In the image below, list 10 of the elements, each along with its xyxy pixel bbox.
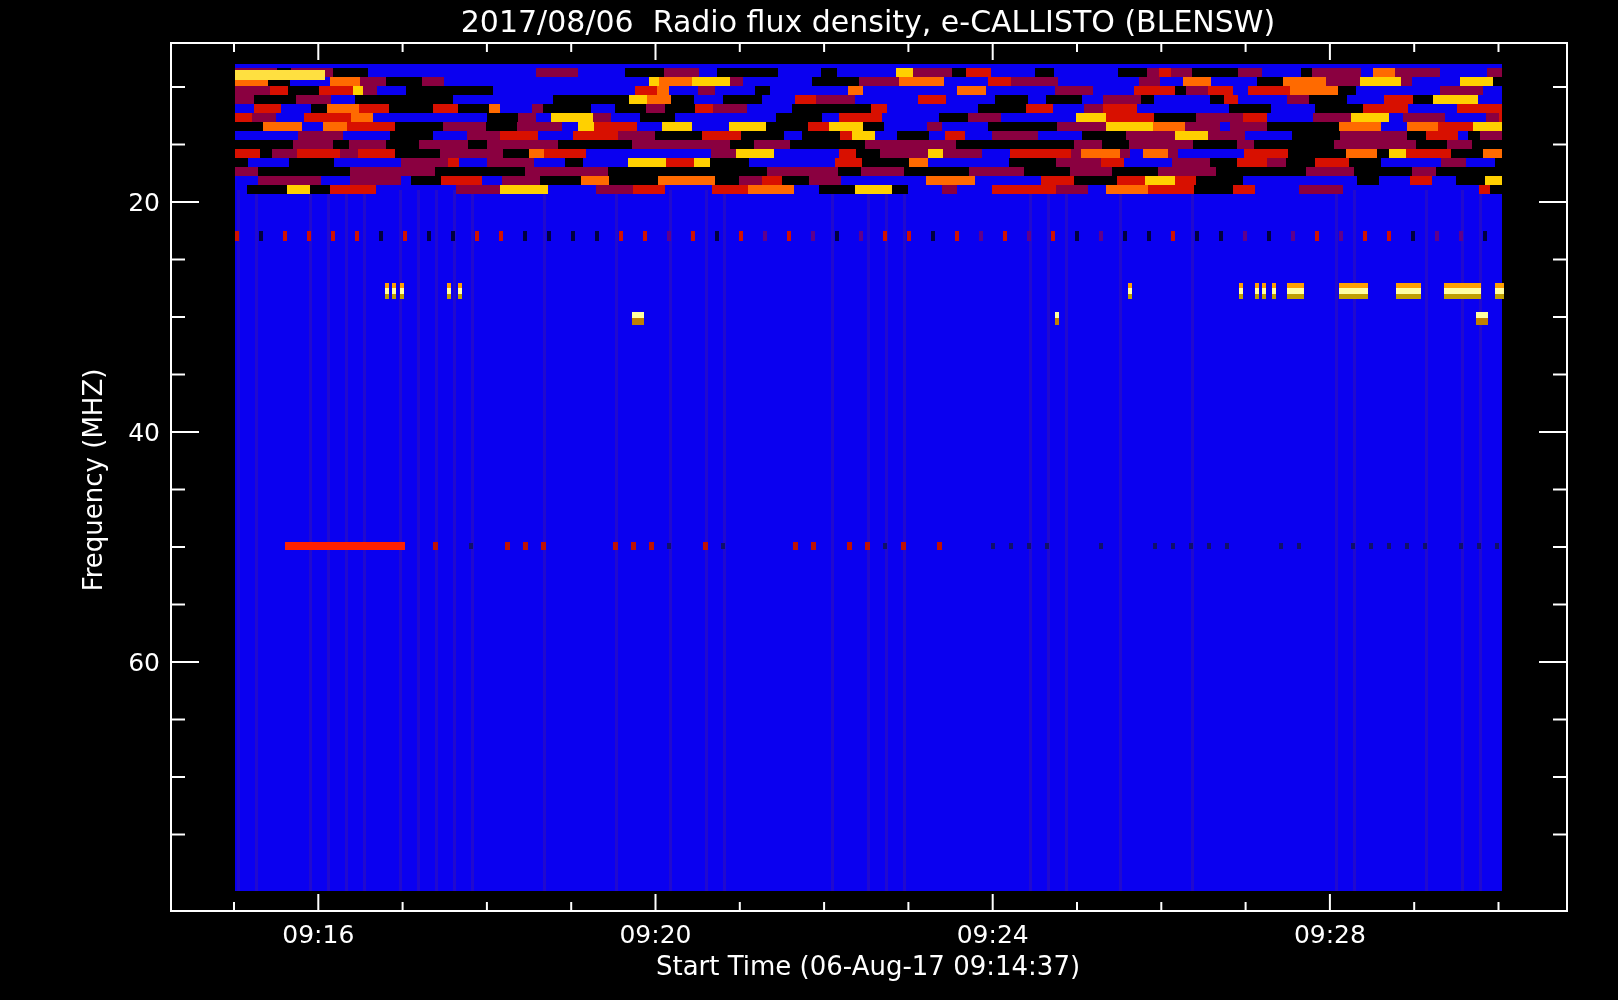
x-tick-label: 09:20 <box>619 920 692 949</box>
y-axis-label: Frequency (MHZ) <box>78 368 108 592</box>
y-tick-label: 60 <box>128 648 160 677</box>
y-tick-label: 20 <box>128 188 160 217</box>
x-axis-label: Start Time (06-Aug-17 09:14:37) <box>655 951 1081 981</box>
x-tick-label: 09:24 <box>956 920 1029 949</box>
x-tick-label: 09:28 <box>1293 920 1366 949</box>
x-tick-label: 09:16 <box>282 920 355 949</box>
y-tick-label: 40 <box>128 418 160 447</box>
chart-title: 2017/08/06 Radio flux density, e-CALLISTO (BLENSW) <box>460 4 1276 39</box>
